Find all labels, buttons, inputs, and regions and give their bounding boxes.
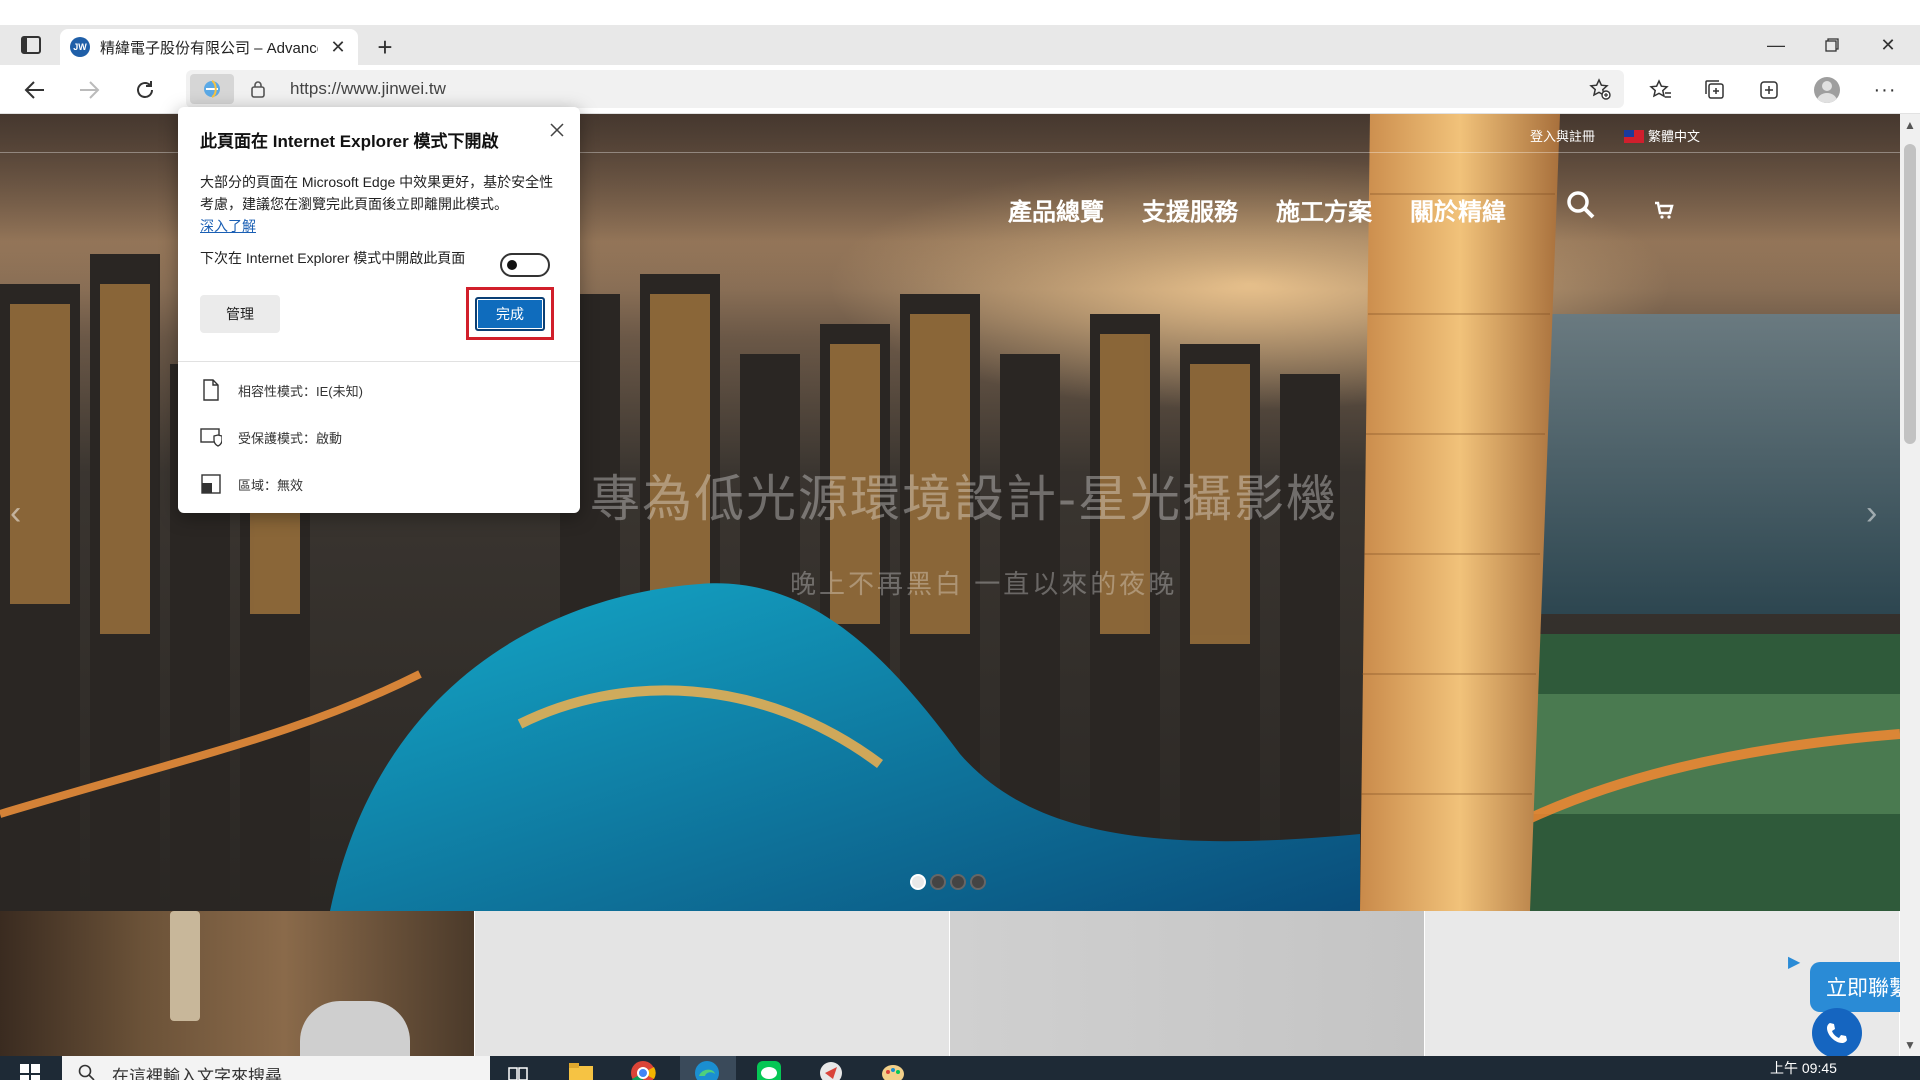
protected-mode-icon bbox=[200, 426, 222, 448]
popup-close-icon[interactable] bbox=[544, 117, 570, 143]
tab-close-icon[interactable]: ✕ bbox=[328, 37, 348, 58]
back-button[interactable] bbox=[16, 71, 54, 109]
reopen-in-ie-label: 下次在 Internet Explorer 模式中開啟此頁面 bbox=[200, 250, 466, 266]
ie-mode-icon bbox=[204, 80, 220, 98]
reopen-in-ie-toggle[interactable] bbox=[500, 253, 550, 277]
carousel-dots bbox=[910, 874, 986, 890]
category-tiles bbox=[0, 911, 1900, 1061]
new-tab-button[interactable]: + bbox=[368, 30, 402, 64]
task-view-icon[interactable] bbox=[506, 1060, 532, 1080]
carousel-dot[interactable] bbox=[970, 874, 986, 890]
lock-icon[interactable] bbox=[250, 80, 266, 103]
collections-icon[interactable] bbox=[1700, 75, 1730, 105]
scroll-up-icon[interactable]: ▲ bbox=[1900, 114, 1920, 136]
popup-divider bbox=[178, 361, 580, 362]
phone-icon bbox=[1827, 1023, 1847, 1043]
tool-blade-image bbox=[300, 1001, 410, 1061]
line-app-icon[interactable] bbox=[756, 1060, 782, 1080]
login-link[interactable]: 登入與註冊 bbox=[1530, 126, 1595, 145]
nav-about[interactable]: 關於精緯 bbox=[1410, 192, 1506, 227]
popup-body-text: 大部分的頁面在 Microsoft Edge 中效果更好，基於安全性考慮，建議您… bbox=[200, 174, 554, 212]
tool-handle-image bbox=[170, 911, 200, 1021]
close-window-button[interactable]: ✕ bbox=[1860, 25, 1916, 65]
settings-more-icon[interactable]: ··· bbox=[1870, 75, 1900, 105]
file-explorer-icon[interactable] bbox=[568, 1060, 594, 1080]
popup-body: 大部分的頁面在 Microsoft Edge 中效果更好，基於安全性考慮，建議您… bbox=[200, 171, 560, 237]
cart-icon[interactable] bbox=[1654, 198, 1674, 226]
hero-caption: 專為低光源環境設計-星光攝影機 bbox=[590, 470, 1339, 528]
ie-mode-button[interactable] bbox=[190, 74, 234, 104]
protected-mode-text: 受保護模式：啟動 bbox=[238, 430, 343, 446]
screen-top-margin bbox=[0, 0, 1920, 25]
favorites-icon[interactable] bbox=[1646, 75, 1676, 105]
taiwan-flag-icon bbox=[1624, 130, 1644, 143]
restore-icon bbox=[1825, 38, 1839, 52]
forward-arrow-icon bbox=[80, 81, 100, 99]
address-bar[interactable]: https://www.jinwei.tw bbox=[186, 70, 1624, 108]
windows-start-icon[interactable] bbox=[20, 1064, 40, 1080]
category-tile[interactable] bbox=[475, 911, 950, 1056]
browser-tab-active[interactable]: JW 精緯電子股份有限公司 – Advanced ✕ bbox=[60, 29, 358, 65]
tab-title: 精緯電子股份有限公司 – Advanced bbox=[100, 39, 318, 57]
nav-solutions[interactable]: 施工方案 bbox=[1276, 192, 1372, 227]
nav-products[interactable]: 產品總覽 bbox=[1008, 192, 1104, 227]
carousel-prev-icon[interactable]: ‹ bbox=[10, 494, 21, 533]
windows-taskbar: 在這裡輸入文字來搜尋 上午 09:45 bbox=[0, 1056, 1920, 1080]
scroll-down-icon[interactable]: ▼ bbox=[1900, 1034, 1920, 1056]
hero-subcaption: 晚上不再黑白 一直以來的夜晚 bbox=[790, 569, 1178, 599]
minimize-button[interactable]: — bbox=[1748, 25, 1804, 65]
profile-button[interactable] bbox=[1812, 75, 1842, 105]
carousel-dot[interactable] bbox=[950, 874, 966, 890]
document-icon bbox=[200, 379, 222, 401]
add-favorite-icon[interactable] bbox=[1588, 77, 1612, 106]
tab-actions-icon bbox=[21, 36, 41, 54]
edge-icon[interactable] bbox=[694, 1060, 720, 1080]
category-tile[interactable] bbox=[950, 911, 1425, 1056]
taskbar-search-placeholder: 在這裡輸入文字來搜尋 bbox=[112, 1067, 282, 1080]
taskbar-search-icon bbox=[78, 1064, 95, 1080]
site-favicon-icon: JW bbox=[70, 37, 90, 57]
category-tile[interactable] bbox=[0, 911, 475, 1061]
forward-button[interactable] bbox=[70, 71, 108, 109]
language-selector[interactable]: 繁體中文 bbox=[1624, 126, 1700, 145]
zone-row: 區域：無效 bbox=[200, 473, 303, 495]
contact-arrow-icon: ▶ bbox=[1788, 954, 1801, 971]
site-search-icon[interactable] bbox=[1566, 190, 1596, 227]
compat-mode-row: 相容性模式：IE(未知) bbox=[200, 379, 363, 401]
refresh-button[interactable] bbox=[126, 71, 164, 109]
popup-title: 此頁面在 Internet Explorer 模式下開啟 bbox=[200, 132, 499, 151]
language-label: 繁體中文 bbox=[1648, 129, 1701, 144]
tab-actions-button[interactable] bbox=[14, 33, 48, 57]
restore-button[interactable] bbox=[1804, 25, 1860, 65]
nav-support[interactable]: 支援服務 bbox=[1142, 192, 1238, 227]
learn-more-link[interactable]: 深入了解 bbox=[200, 218, 256, 234]
protected-mode-row: 受保護模式：啟動 bbox=[200, 426, 342, 448]
taskbar-clock[interactable]: 上午 09:45 bbox=[1770, 1058, 1837, 1078]
phone-call-button[interactable] bbox=[1812, 1008, 1862, 1058]
done-button[interactable]: 完成 bbox=[475, 297, 545, 331]
compat-mode-text: 相容性模式：IE(未知) bbox=[238, 383, 363, 399]
extensions-icon[interactable] bbox=[1754, 75, 1784, 105]
carousel-next-icon[interactable]: › bbox=[1866, 494, 1877, 533]
profile-avatar-icon bbox=[1814, 77, 1840, 103]
chrome-icon[interactable] bbox=[630, 1060, 656, 1080]
paint-app-icon[interactable] bbox=[880, 1060, 906, 1080]
manage-button[interactable]: 管理 bbox=[200, 295, 280, 333]
carousel-dot[interactable] bbox=[930, 874, 946, 890]
taskbar-search-box[interactable]: 在這裡輸入文字來搜尋 bbox=[62, 1056, 490, 1080]
back-arrow-icon bbox=[24, 81, 44, 99]
zone-text: 區域：無效 bbox=[238, 477, 304, 493]
refresh-icon bbox=[137, 81, 153, 98]
url-text[interactable]: https://www.jinwei.tw bbox=[290, 79, 446, 99]
ie-mode-popup: 此頁面在 Internet Explorer 模式下開啟 大部分的頁面在 Mic… bbox=[178, 107, 580, 513]
carousel-dot[interactable] bbox=[910, 874, 926, 890]
page-scrollbar[interactable]: ▲ ▼ bbox=[1900, 114, 1920, 1056]
app-icon[interactable] bbox=[818, 1060, 844, 1080]
zone-icon bbox=[200, 473, 222, 495]
scroll-thumb[interactable] bbox=[1904, 144, 1916, 444]
